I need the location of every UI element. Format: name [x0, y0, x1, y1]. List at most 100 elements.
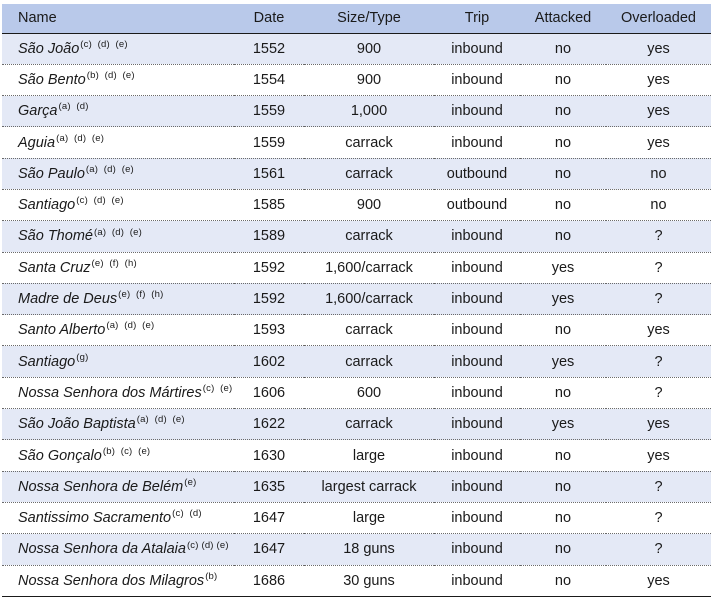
overloaded-cell: yes [606, 33, 711, 65]
overloaded-cell: no [606, 189, 711, 222]
attacked-cell: no [520, 189, 606, 222]
overloaded-cell: no [606, 158, 711, 190]
trip-cell: inbound [434, 220, 520, 253]
size-cell: large [304, 502, 434, 535]
attacked-cell: no [520, 502, 606, 535]
attacked-cell: no [520, 64, 606, 97]
date-cell: 1630 [234, 439, 304, 472]
overloaded-cell: ? [606, 533, 711, 566]
table-header: Name Date Size/Type Trip Attacked Overlo… [2, 4, 711, 34]
date-cell: 1635 [234, 471, 304, 503]
table-row: Nossa Senhora dos Milagros(b) 1686 30 gu… [2, 565, 711, 597]
ship-notes: (a) (d) (e) [106, 320, 155, 332]
date-cell: 1552 [234, 33, 304, 65]
ship-name: Madre de Deus [18, 291, 118, 308]
table-row: São Paulo(a) (d) (e) 1561 carrack outbou… [2, 158, 711, 190]
ship-notes: (c) (e) [202, 383, 233, 395]
size-cell: 18 guns [304, 533, 434, 566]
ship-notes: (e) [184, 476, 197, 488]
table-row: Santa Cruz(e) (f) (h) 1592 1,600/carrack… [2, 252, 711, 284]
trip-cell: inbound [434, 283, 520, 316]
ship-name-cell: São Bento(b) (d) (e) [2, 64, 234, 97]
size-cell: 900 [304, 64, 434, 97]
shipwreck-table-container: Name Date Size/Type Trip Attacked Overlo… [2, 4, 711, 597]
attacked-cell: no [520, 439, 606, 472]
ship-name-cell: Madre de Deus(e) (f) (h) [2, 283, 234, 316]
size-cell: largest carrack [304, 471, 434, 503]
date-cell: 1622 [234, 408, 304, 441]
ship-name-cell: Garça(a) (d) [2, 95, 234, 128]
attacked-cell: yes [520, 345, 606, 378]
ship-name-cell: Nossa Senhora da Atalaia(c) (d) (e) [2, 533, 234, 566]
ship-notes: (c) (d) [172, 508, 202, 520]
overloaded-cell: yes [606, 126, 711, 159]
trip-cell: inbound [434, 377, 520, 410]
overloaded-cell: yes [606, 408, 711, 441]
overloaded-cell: ? [606, 283, 711, 316]
table-row: Santiago(c) (d) (e) 1585 900 outbound no… [2, 189, 711, 222]
trip-cell: inbound [434, 408, 520, 441]
size-cell: carrack [304, 408, 434, 441]
ship-name: Nossa Senhora dos Milagros [18, 572, 205, 589]
header-overloaded: Overloaded [606, 4, 711, 34]
attacked-cell: no [520, 95, 606, 128]
attacked-cell: yes [520, 252, 606, 284]
table-row: São Gonçalo(b) (c) (e) 1630 large inboun… [2, 439, 711, 472]
ship-notes: (e) (f) (h) [91, 257, 137, 269]
overloaded-cell: ? [606, 345, 711, 378]
ship-name-cell: Nossa Senhora dos Milagros(b) [2, 565, 234, 597]
size-cell: 600 [304, 377, 434, 410]
attacked-cell: yes [520, 408, 606, 441]
date-cell: 1686 [234, 565, 304, 597]
trip-cell: inbound [434, 565, 520, 597]
ship-name-cell: São João Baptista(a) (d) (e) [2, 408, 234, 441]
date-cell: 1592 [234, 283, 304, 316]
overloaded-cell: ? [606, 471, 711, 503]
ship-name-cell: São Gonçalo(b) (c) (e) [2, 439, 234, 472]
attacked-cell: yes [520, 283, 606, 316]
ship-notes: (a) (d) (e) [56, 132, 105, 144]
ship-name: Aguia [18, 134, 56, 151]
date-cell: 1592 [234, 252, 304, 284]
size-cell: 1,600/carrack [304, 252, 434, 284]
ship-notes: (c) (d) (e) [76, 195, 124, 207]
attacked-cell: no [520, 220, 606, 253]
trip-cell: outbound [434, 158, 520, 190]
date-cell: 1602 [234, 345, 304, 378]
table-row: Nossa Senhora dos Mártires(c) (e) 1606 6… [2, 377, 711, 410]
ship-name-cell: São João(c) (d) (e) [2, 33, 234, 65]
table-row: Nossa Senhora da Atalaia(c) (d) (e) 1647… [2, 533, 711, 566]
table-row: Madre de Deus(e) (f) (h) 1592 1,600/carr… [2, 283, 711, 316]
ship-notes: (a) (d) (e) [85, 164, 134, 175]
trip-cell: inbound [434, 471, 520, 503]
overloaded-cell: yes [606, 314, 711, 347]
table-row: Santiago(g) 1602 carrack inbound yes ? [2, 345, 711, 378]
ship-name: São João Baptista [18, 416, 136, 433]
size-cell: 30 guns [304, 565, 434, 597]
table-row: São Bento(b) (d) (e) 1554 900 inbound no… [2, 64, 711, 97]
size-cell: carrack [304, 220, 434, 253]
ship-name: Santissimo Sacramento [18, 510, 172, 527]
trip-cell: inbound [434, 126, 520, 159]
ship-name-cell: Santiago(c) (d) (e) [2, 189, 234, 222]
attacked-cell: no [520, 158, 606, 190]
trip-cell: outbound [434, 189, 520, 222]
ship-name: São João [18, 40, 80, 57]
table-row: Santo Alberto(a) (d) (e) 1593 carrack in… [2, 314, 711, 347]
ship-name-cell: Aguia(a) (d) (e) [2, 126, 234, 159]
table-row: São João(c) (d) (e) 1552 900 inbound no … [2, 33, 711, 65]
attacked-cell: no [520, 533, 606, 566]
size-cell: carrack [304, 314, 434, 347]
ship-notes: (e) (f) (h) [118, 289, 164, 301]
trip-cell: inbound [434, 95, 520, 128]
date-cell: 1559 [234, 95, 304, 128]
date-cell: 1593 [234, 314, 304, 347]
trip-cell: inbound [434, 252, 520, 284]
date-cell: 1561 [234, 158, 304, 190]
date-cell: 1559 [234, 126, 304, 159]
ship-name: São Bento [18, 71, 86, 88]
ship-name-cell: Santo Alberto(a) (d) (e) [2, 314, 234, 347]
ship-name: São Gonçalo [18, 447, 102, 464]
header-row: Name Date Size/Type Trip Attacked Overlo… [2, 4, 711, 34]
ship-notes: (a) (d) [58, 101, 89, 113]
